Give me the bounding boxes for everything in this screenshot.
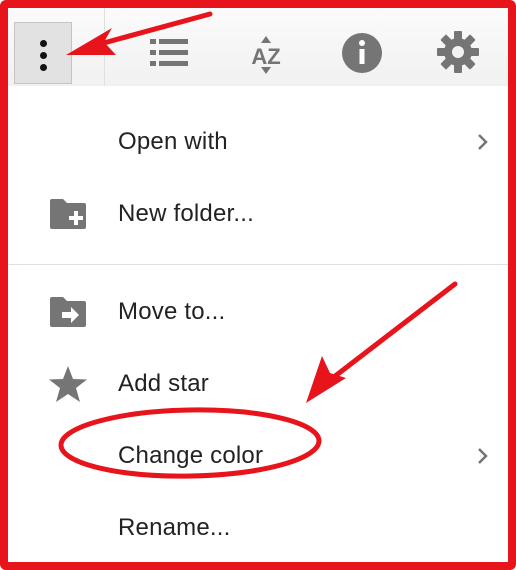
folder-plus-icon: [50, 199, 86, 229]
menu-item-move-to[interactable]: Move to...: [8, 276, 508, 348]
chevron-right-icon: [478, 448, 488, 464]
sort-button[interactable]: AZ: [246, 34, 286, 79]
menu-item-label: Add star: [118, 370, 209, 397]
list-view-button[interactable]: [150, 38, 188, 73]
toolbar-divider: [104, 8, 105, 86]
menu-item-change-color[interactable]: Change color: [8, 420, 508, 492]
details-button[interactable]: [341, 32, 383, 79]
more-options-button[interactable]: [14, 22, 72, 84]
menu-item-label: New folder...: [118, 200, 254, 227]
folder-move-icon: [50, 297, 86, 327]
menu-item-label: Rename...: [118, 514, 231, 541]
gear-icon: [437, 31, 479, 73]
sort-az-text: AZ: [251, 44, 280, 69]
menu-item-open-with[interactable]: Open with: [8, 106, 508, 178]
star-icon: [49, 366, 87, 402]
toolbar: AZ: [8, 8, 508, 87]
settings-button[interactable]: [436, 30, 480, 79]
list-icon: [150, 39, 188, 66]
menu-item-add-star[interactable]: Add star: [8, 348, 508, 420]
sort-az-icon: AZ: [251, 36, 281, 74]
menu-divider: [8, 264, 508, 265]
chevron-right-icon: [478, 134, 488, 150]
context-menu: Open with New folder... Move to... Add s…: [8, 86, 508, 562]
annotated-frame: AZ Open with New folder... Move to... Ad…: [0, 0, 516, 570]
menu-item-label: Change color: [118, 442, 264, 469]
menu-item-label: Move to...: [118, 298, 226, 325]
menu-item-label: Open with: [118, 128, 228, 155]
menu-item-new-folder[interactable]: New folder...: [8, 178, 508, 250]
info-icon: [342, 33, 382, 73]
menu-item-rename[interactable]: Rename...: [8, 492, 508, 562]
